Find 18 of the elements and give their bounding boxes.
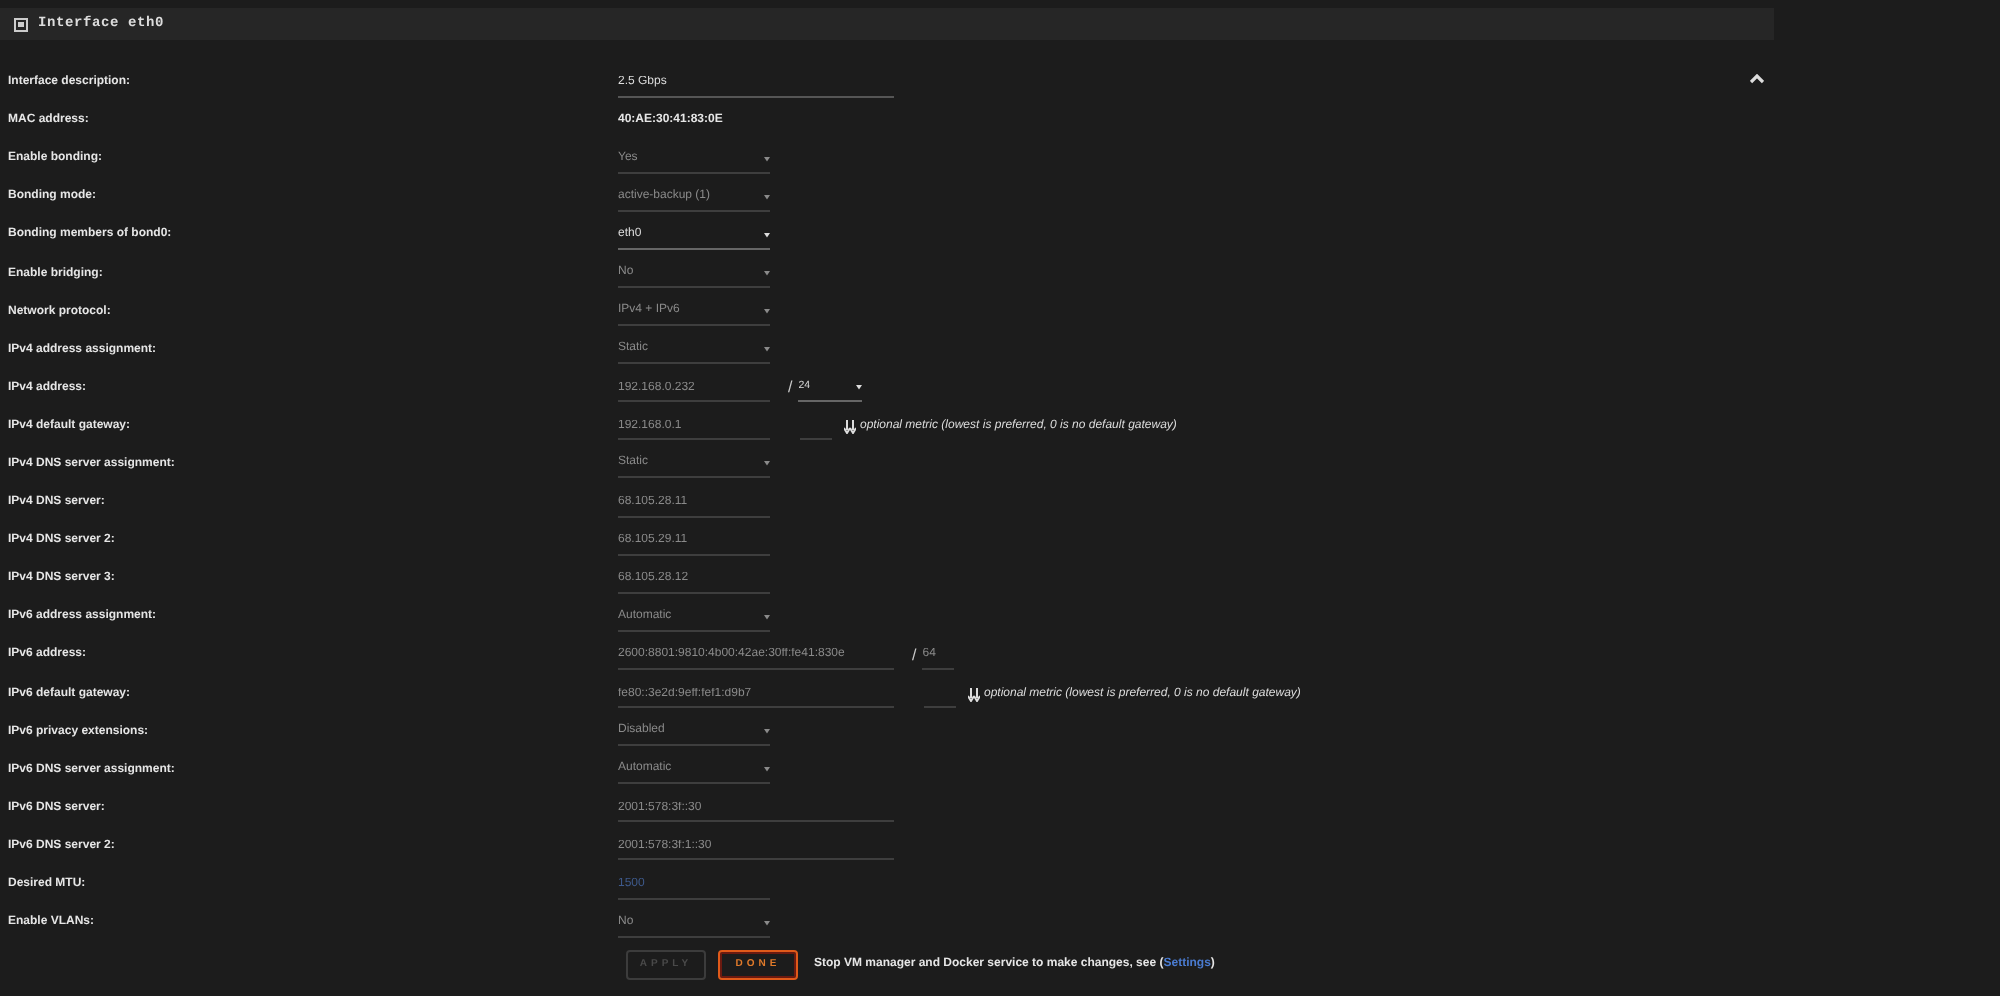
caret-icon bbox=[764, 460, 770, 467]
slash-separator: / bbox=[788, 376, 793, 401]
caret-icon bbox=[764, 346, 770, 353]
caret-icon bbox=[764, 919, 770, 926]
sort-arrows-icon bbox=[844, 419, 856, 434]
caret-icon bbox=[764, 270, 770, 277]
collapse-button[interactable] bbox=[1750, 74, 1764, 84]
caret-icon bbox=[764, 308, 770, 315]
interface-icon bbox=[14, 17, 28, 31]
caret-icon bbox=[764, 193, 770, 200]
caret-icon bbox=[764, 231, 770, 238]
slash-separator: / bbox=[912, 643, 917, 668]
caret-icon bbox=[764, 766, 770, 773]
sort-arrows-icon bbox=[968, 687, 980, 702]
caret-icon bbox=[764, 155, 770, 162]
caret-icon bbox=[764, 613, 770, 620]
caret-icon bbox=[764, 728, 770, 735]
caret-icon bbox=[856, 384, 863, 391]
